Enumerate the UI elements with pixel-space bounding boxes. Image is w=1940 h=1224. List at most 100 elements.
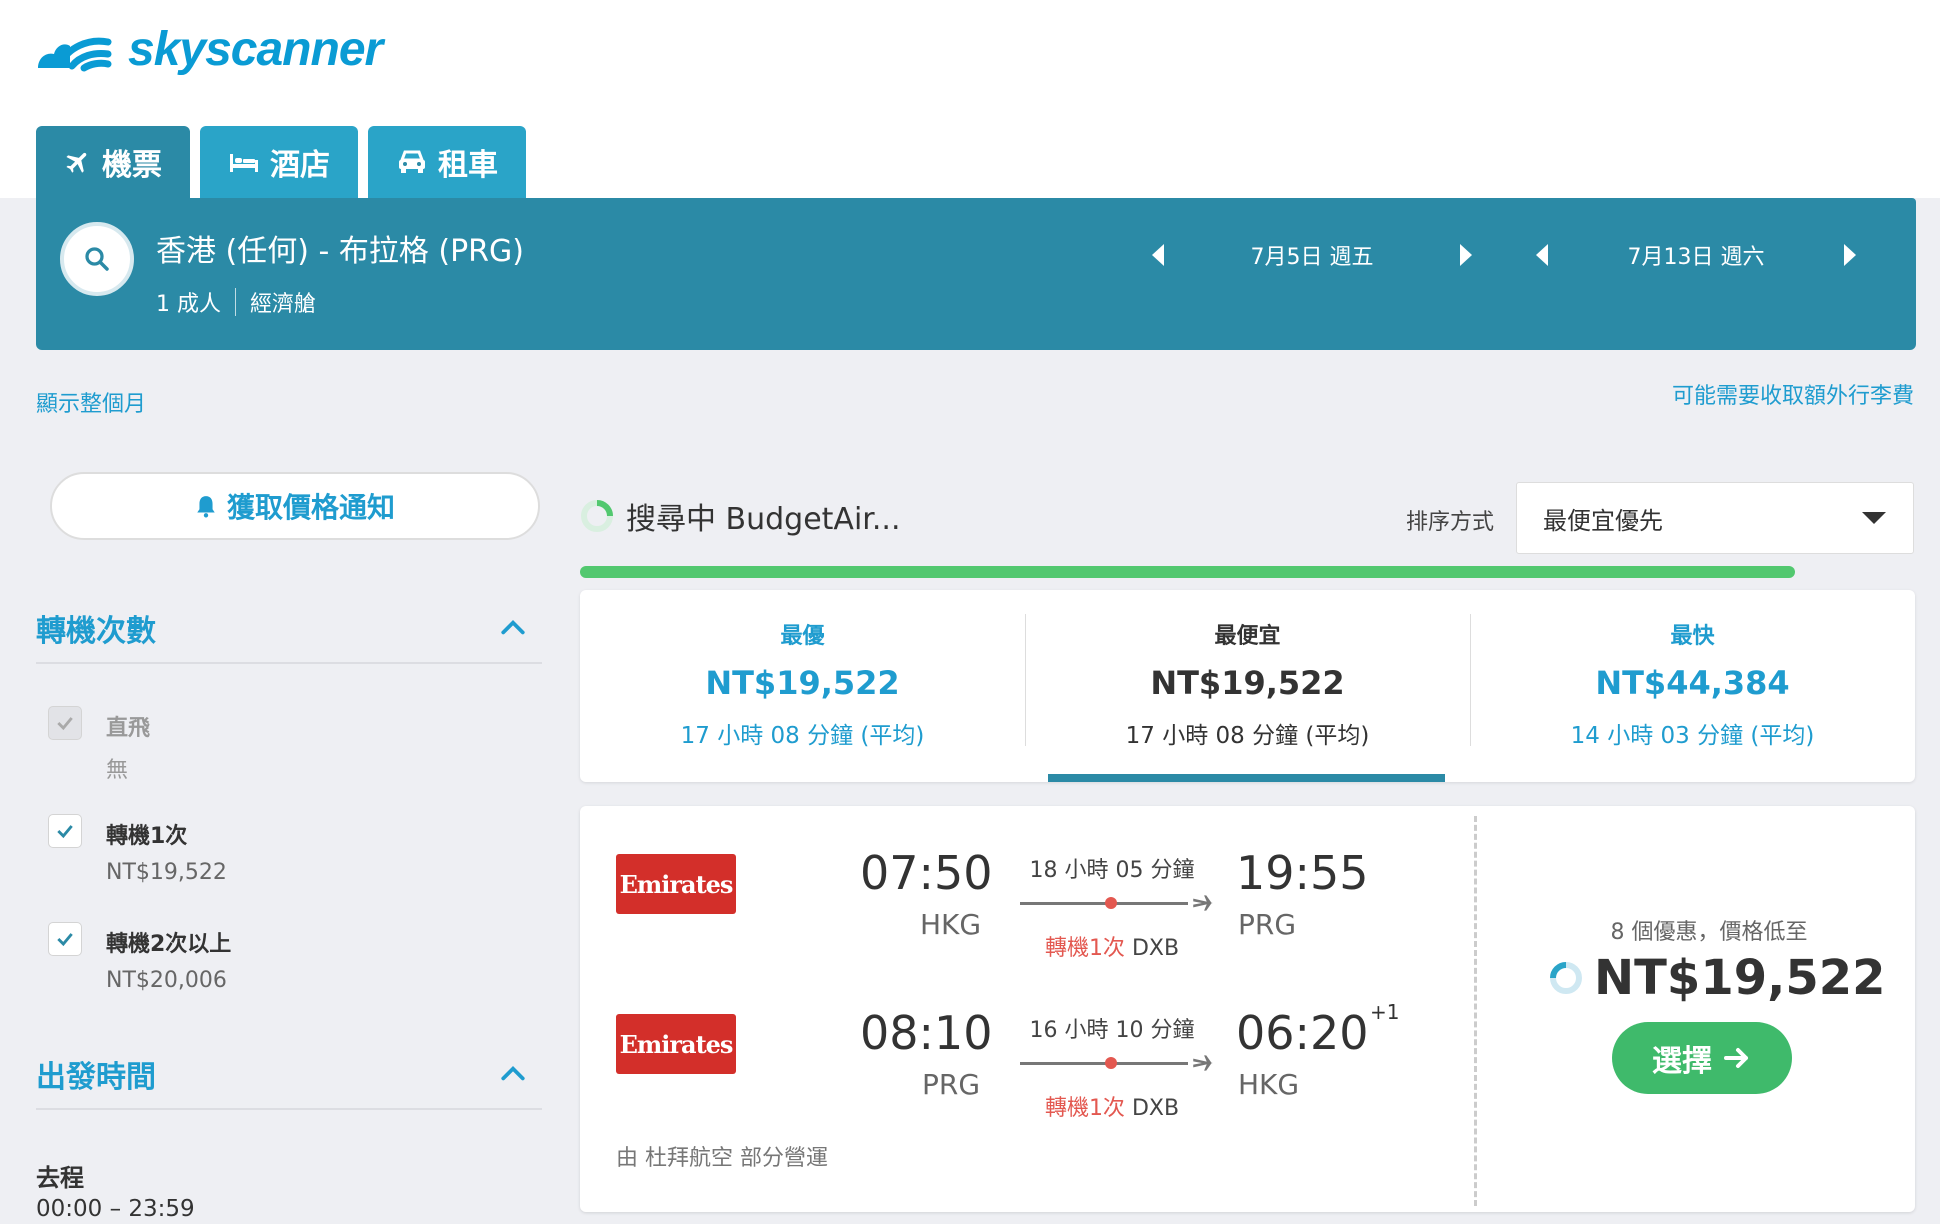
departure-airport: HKG [920,908,982,941]
stops-count: 轉機1次 [1044,936,1125,961]
flight-result-card[interactable]: Emirates 07:50 HKG 18 小時 05 分鐘 轉機1次 DXB … [580,806,1915,1212]
passenger-cabin[interactable]: 1 成人 經濟艙 [156,286,316,318]
price-alert-label: 獲取價格通知 [226,491,395,524]
departure-time: 07:50 [860,846,993,900]
cheapest-price: NT$19,522 [1150,664,1345,702]
sort-label: 排序方式 [1406,510,1495,535]
show-whole-month-link[interactable]: 顯示整個月 [36,386,146,418]
fastest-duration: 14 小時 03 分鐘 (平均) [1570,723,1815,749]
prev-return-date-icon[interactable] [1536,244,1548,266]
check-icon [57,825,73,839]
one-stop-checkbox[interactable] [48,814,82,848]
tab-hotels[interactable]: 酒店 [200,126,358,198]
connection-airport: DXB [1131,1096,1180,1121]
card-separator [1474,816,1477,1206]
stops-section-title[interactable]: 轉機次數 [36,606,156,650]
lowest-price-value: NT$19,522 [1594,950,1886,1006]
plane-icon [66,152,87,173]
bell-icon [197,496,215,518]
fastest-price: NT$44,384 [1595,664,1790,702]
best-duration: 17 小時 08 分鐘 (平均) [680,723,925,749]
next-depart-date-icon[interactable] [1460,244,1472,266]
direct-checkbox[interactable] [48,706,82,740]
chevron-up-icon[interactable] [500,1060,526,1086]
best-heading: 最優 [780,624,825,649]
cabin-class: 經濟艙 [250,292,317,317]
brand-name: skyscanner [128,22,383,76]
deals-count: 8 個優惠，價格低至 [1610,920,1808,945]
arrival-time: 06:20 [1236,1006,1369,1060]
search-progress-bar [580,566,1795,578]
sort-select[interactable]: 最便宜優先 [1516,482,1914,554]
section-divider [36,662,542,664]
tab-label: 租車 [438,148,498,183]
search-button[interactable] [60,222,134,296]
stops-count: 轉機1次 [1044,1096,1125,1121]
search-summary-bar: 香港 (任何) - 布拉格 (PRG) 1 成人 經濟艙 7月5日 週五 7月1… [36,198,1916,350]
route-text[interactable]: 香港 (任何) - 布拉格 (PRG) [156,226,524,270]
best-summary-tab[interactable]: 最優 NT$19,522 17 小時 08 分鐘 (平均) [580,590,1025,782]
next-return-date-icon[interactable] [1844,244,1856,266]
departure-airport: PRG [922,1068,981,1101]
depart-date-picker: 7月5日 週五 [1152,230,1472,280]
operated-by-note: 由 杜拜航空 部分營運 [616,1146,828,1171]
prev-depart-date-icon[interactable] [1152,244,1164,266]
result-summary-tabs: 最優 NT$19,522 17 小時 08 分鐘 (平均) 最便宜 NT$19,… [580,590,1915,782]
fastest-summary-tab[interactable]: 最快 NT$44,384 14 小時 03 分鐘 (平均) [1470,590,1915,782]
separator [235,288,236,316]
one-stop-price: NT$19,522 [106,860,227,885]
depart-time-section-title[interactable]: 出發時間 [36,1052,156,1096]
car-icon [399,150,425,173]
arrival-time: 19:55 [1236,846,1369,900]
plus-day-indicator: +1 [1370,1000,1400,1024]
tab-flights[interactable]: 機票 [36,126,190,198]
outbound-time-range: 00:00 – 23:59 [36,1196,195,1222]
airline-logo: Emirates [616,854,736,914]
skyscanner-logo[interactable]: skyscanner [34,18,383,80]
bed-icon [230,154,258,172]
lowest-price: NT$19,522 [1548,950,1886,1006]
cheapest-duration: 17 小時 08 分鐘 (平均) [1125,723,1370,749]
sort-value: 最便宜優先 [1543,506,1663,535]
connection-airport: DXB [1131,936,1180,961]
price-alert-button[interactable]: 獲取價格通知 [50,472,540,540]
plane-arrow-icon [1193,1055,1213,1071]
active-tab-indicator [1048,774,1445,782]
chevron-up-icon[interactable] [500,614,526,640]
fastest-heading: 最快 [1670,624,1715,649]
arrival-airport: HKG [1238,1068,1300,1101]
cheapest-summary-tab[interactable]: 最便宜 NT$19,522 17 小時 08 分鐘 (平均) [1025,590,1470,782]
loading-spinner-icon [581,500,613,532]
search-status: 搜尋中 BudgetAir... [580,494,900,538]
top-header: skyscanner 機票 酒店 租車 [0,0,1940,198]
caret-down-icon [1862,512,1886,524]
two-plus-stops-checkbox[interactable] [48,922,82,956]
return-date[interactable]: 7月13日 週六 [1548,239,1844,271]
best-price: NT$19,522 [705,664,900,702]
arrow-right-icon [1724,1048,1748,1068]
stops-info: 轉機1次 DXB [1012,1090,1212,1122]
outbound-label: 去程 [36,1164,84,1192]
select-flight-button[interactable]: 選擇 [1612,1022,1792,1094]
tab-label: 機票 [102,148,162,183]
check-icon [57,933,73,947]
section-divider [36,1108,542,1110]
search-status-text: 搜尋中 BudgetAir... [626,502,901,537]
depart-date[interactable]: 7月5日 週五 [1164,239,1460,271]
check-icon [57,717,73,731]
flight-duration: 16 小時 10 分鐘 [1029,1018,1195,1043]
baggage-fee-link[interactable]: 可能需要收取額外行李費 [1672,378,1914,410]
two-plus-stops-label: 轉機2次以上 [106,932,232,957]
route-line [1020,902,1188,905]
one-stop-label: 轉機1次 [106,824,188,849]
airline-logo: Emirates [616,1014,736,1074]
arrival-airport: PRG [1238,908,1297,941]
direct-price: 無 [106,758,129,783]
skyscanner-logo-icon [38,37,112,72]
return-date-picker: 7月13日 週六 [1536,230,1856,280]
passenger-count: 1 成人 [156,292,221,317]
tab-car-hire[interactable]: 租車 [368,126,526,198]
stop-dot [1105,1057,1117,1069]
stops-info: 轉機1次 DXB [1012,930,1212,962]
search-icon [85,247,109,271]
